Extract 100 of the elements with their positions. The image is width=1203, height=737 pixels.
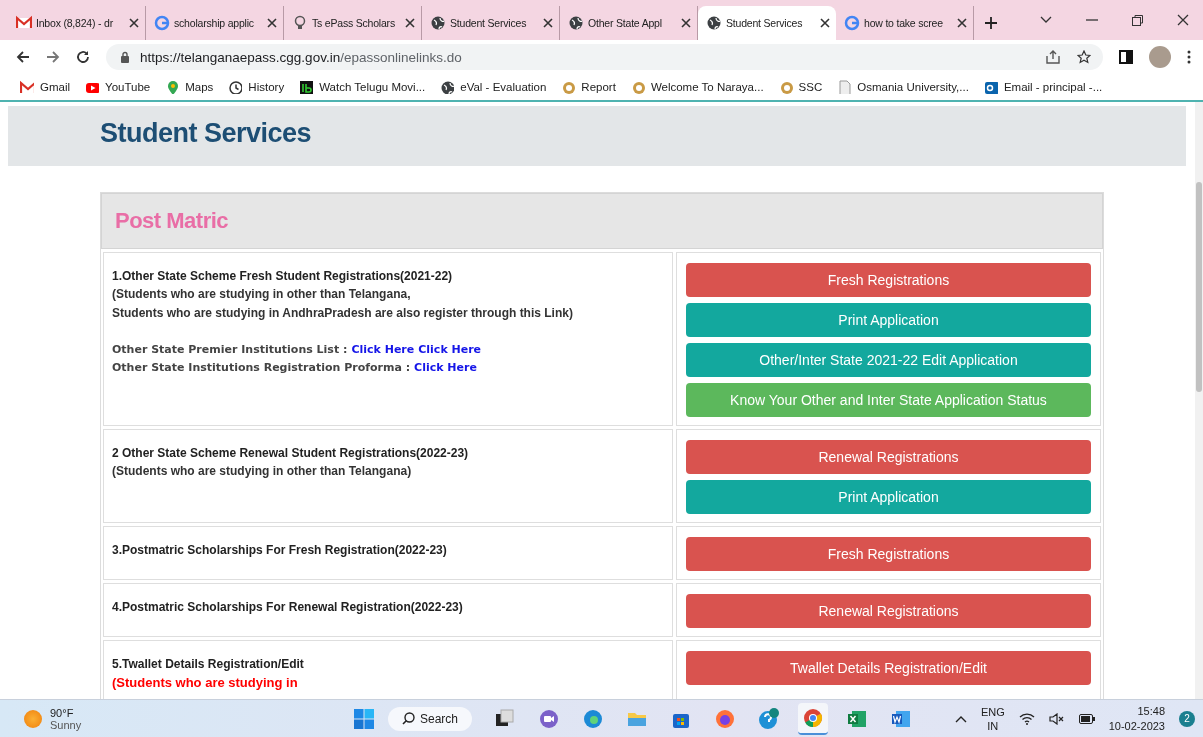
click-here-link[interactable]: Click Here	[418, 343, 482, 356]
note-text: (Students who are studying in other than Telangana)	[112, 463, 413, 480]
profile-avatar[interactable]	[1149, 46, 1171, 68]
edge-icon[interactable]	[582, 707, 605, 730]
star-icon[interactable]	[1077, 50, 1091, 64]
globe-icon	[568, 15, 584, 31]
link-label: Other State Premier Institutions List :	[112, 343, 348, 356]
bookmark-link[interactable]: Osmania University,...	[837, 80, 969, 94]
note-text: (Students who are studying in other than Telangana,	[112, 286, 412, 303]
side-panel-icon[interactable]	[1119, 50, 1133, 64]
clock[interactable]: 15:48 10-02-2023	[1108, 703, 1165, 734]
page-title: Student Services	[100, 118, 313, 149]
globe-icon	[440, 80, 455, 94]
action-button[interactable]: Renewal Registrations	[686, 440, 1091, 474]
site-icon	[778, 80, 793, 94]
tab-title: Student Services	[726, 17, 804, 29]
mail-icon	[16, 15, 32, 31]
globe-icon	[706, 15, 722, 31]
action-button[interactable]: Fresh Registrations	[686, 537, 1091, 571]
reload-icon[interactable]	[76, 50, 90, 64]
lightbulb-icon	[292, 15, 308, 31]
firefox-icon[interactable]	[714, 707, 737, 730]
bookmark-link[interactable]: eVal - Evaluation	[440, 80, 547, 94]
bookmark-link[interactable]: YouTube	[85, 80, 151, 94]
site-icon	[561, 80, 576, 94]
bookmark-link[interactable]: Email - principal -...	[983, 80, 1103, 94]
row-title: 1.Other State Scheme Fresh Student Registrations(2021-22)	[112, 268, 454, 285]
restore-icon[interactable]	[1132, 14, 1143, 26]
temperature-text: 90°F	[50, 706, 75, 719]
action-button[interactable]: Fresh Registrations	[686, 263, 1091, 297]
chat-icon[interactable]	[538, 707, 561, 730]
document-icon	[837, 80, 852, 94]
tab-title: Student Services	[450, 17, 528, 29]
new-tab-icon[interactable]	[984, 16, 998, 30]
close-icon[interactable]	[129, 18, 139, 28]
tab-title: how to take scree	[864, 17, 944, 29]
section-title: Post Matric	[115, 208, 229, 234]
action-button[interactable]: Twallet Details Registration/Edit	[686, 651, 1091, 685]
mail-icon	[20, 80, 34, 94]
globe-icon	[430, 15, 446, 31]
row-title: 2 Other State Scheme Renewal Student Registrations(2022-23)	[112, 445, 470, 462]
search-button[interactable]: Search	[388, 706, 473, 731]
close-icon[interactable]	[681, 18, 691, 28]
address-bar[interactable]: https://telanganaepass.cgg.gov.in/epassonlinelinks.do	[106, 44, 1103, 70]
close-icon[interactable]	[543, 18, 553, 28]
google-icon	[844, 15, 860, 31]
help-icon[interactable]	[758, 707, 781, 730]
google-icon	[154, 15, 170, 31]
bookmark-link[interactable]: History	[228, 80, 285, 94]
note-text: (Students who are studying in	[112, 674, 299, 692]
bookmark-link[interactable]: Report	[561, 80, 616, 94]
ib-logo-icon	[299, 80, 314, 94]
row-title: 4.Postmatric Scholarships For Renewal Registration(2022-23)	[112, 599, 464, 616]
bookmark-link[interactable]: Gmail	[20, 80, 71, 94]
url-text: https://telanganaepass.cgg.gov.in/epassonlinelinks.do	[140, 49, 463, 65]
notification-badge[interactable]: 2	[1179, 710, 1195, 727]
wifi-icon[interactable]	[1018, 712, 1035, 725]
row-title: 3.Postmatric Scholarships For Fresh Registration(2022-23)	[112, 542, 448, 559]
scrollbar-thumb[interactable]	[1196, 182, 1202, 392]
close-icon[interactable]	[820, 18, 830, 28]
scrollbar[interactable]	[1195, 102, 1203, 699]
action-button[interactable]: Renewal Registrations	[686, 594, 1091, 628]
speaker-muted-icon[interactable]	[1048, 712, 1065, 725]
dropdown-icon[interactable]	[1040, 16, 1052, 24]
outlook-icon	[983, 80, 998, 94]
tab-title: Inbox (8,824) - dr	[36, 17, 114, 29]
map-pin-icon	[165, 80, 180, 94]
language-indicator[interactable]: ENG IN	[980, 704, 1005, 733]
weather-text: Sunny	[50, 718, 82, 731]
start-icon[interactable]	[354, 708, 374, 729]
chrome-icon[interactable]	[802, 706, 825, 729]
lock-icon	[120, 51, 130, 63]
bookmark-link[interactable]: Welcome To Naraya...	[630, 80, 764, 94]
battery-icon[interactable]	[1078, 713, 1095, 724]
search-icon	[402, 712, 415, 725]
browser-tab[interactable]: Student Services	[698, 6, 836, 40]
click-here-link[interactable]: Click Here	[414, 361, 477, 374]
close-icon[interactable]	[1177, 14, 1189, 26]
bookmark-link[interactable]: Watch Telugu Movi...	[299, 80, 426, 94]
tab-title: Ts ePass Scholars	[312, 17, 396, 29]
forward-arrow-icon[interactable]	[46, 50, 60, 64]
link-label: Other State Institutions Registration Proforma :	[112, 361, 411, 374]
chevron-up-icon[interactable]	[954, 714, 967, 723]
tab-title: scholarship applic	[174, 17, 255, 29]
share-icon[interactable]	[1045, 50, 1061, 64]
row-title: 5.Twallet Details Registration/Edit	[112, 656, 305, 673]
video-play-icon	[85, 80, 100, 94]
bookmark-link[interactable]: SSC	[778, 80, 823, 94]
back-arrow-icon[interactable]	[16, 50, 30, 64]
close-icon[interactable]	[957, 18, 967, 28]
bookmark-link[interactable]: Maps	[165, 80, 214, 94]
note-text: Students who are studying in AndhraPradesh are also register through this Link)	[112, 305, 574, 322]
more-options-icon[interactable]	[1187, 50, 1191, 64]
close-icon[interactable]	[267, 18, 277, 28]
close-icon[interactable]	[405, 18, 415, 28]
click-here-link[interactable]: Click Here	[351, 343, 415, 356]
history-icon	[228, 80, 243, 94]
sun-icon	[24, 709, 42, 728]
site-icon	[630, 80, 645, 94]
tab-title: Other State Appl	[588, 17, 663, 29]
